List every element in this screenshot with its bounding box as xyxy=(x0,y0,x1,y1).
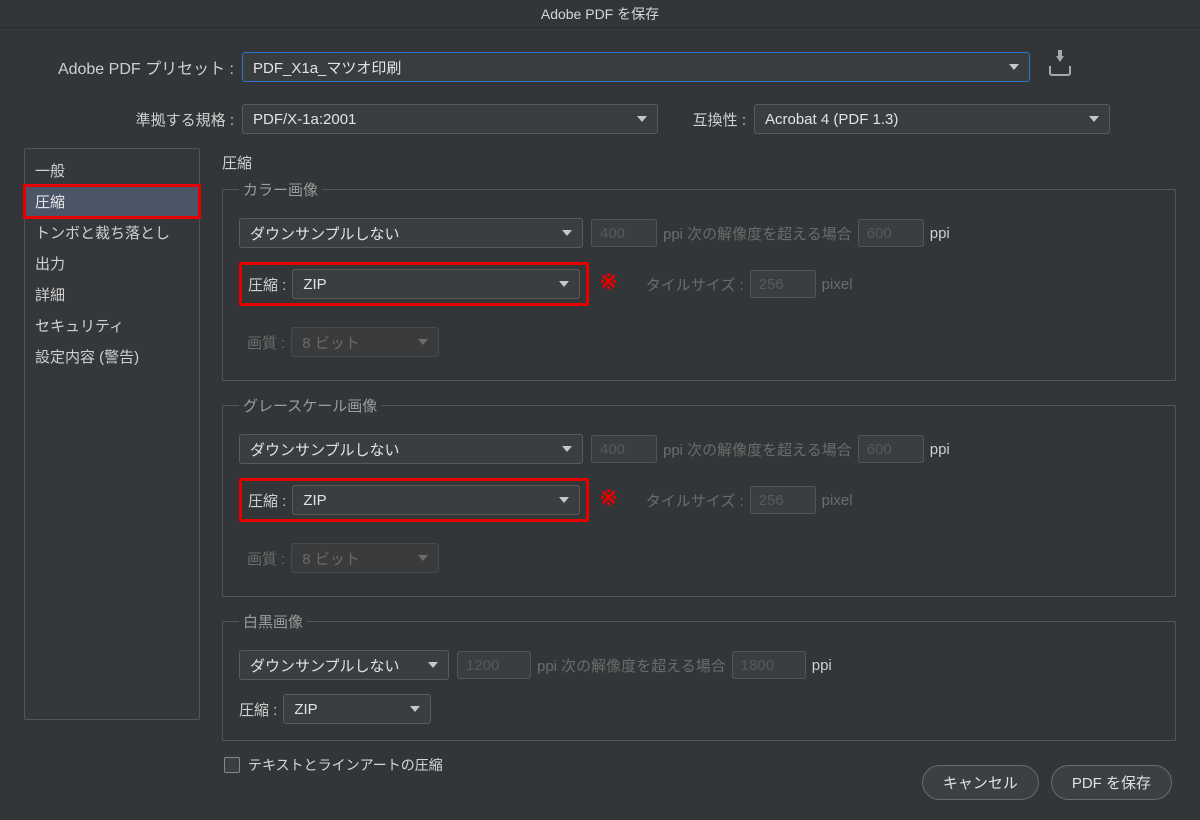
gray-quality-value: 8 ビット xyxy=(302,548,360,569)
color-ppi1: 400 xyxy=(591,219,657,247)
compat-value: Acrobat 4 (PDF 1.3) xyxy=(765,111,898,128)
section-heading: 圧縮 xyxy=(222,152,1176,173)
sidebar-item-output[interactable]: 出力 xyxy=(25,248,199,279)
color-images-group: カラー画像 ダウンサンプルしない 400 ppi 次の解像度を超える場合 600… xyxy=(222,179,1176,381)
preset-value: PDF_X1a_マツオ印刷 xyxy=(253,57,401,78)
compat-label: 互換性 : xyxy=(672,109,746,130)
mono-compression-value: ZIP xyxy=(294,701,317,718)
color-quality-value: 8 ビット xyxy=(302,332,360,353)
compression-label: 圧縮 : xyxy=(248,274,286,295)
tile-label: タイルサイズ : xyxy=(646,274,744,295)
color-downsample-dropdown[interactable]: ダウンサンプルしない xyxy=(239,218,583,248)
gray-ppi1: 400 xyxy=(591,435,657,463)
chevron-down-icon xyxy=(562,446,572,452)
mono-downsample-dropdown[interactable]: ダウンサンプルしない xyxy=(239,650,449,680)
ppi-over-label: ppi 次の解像度を超える場合 xyxy=(663,223,852,244)
gray-tile-size: 256 xyxy=(750,486,816,514)
standard-dropdown[interactable]: PDF/X-1a:2001 xyxy=(242,104,658,134)
ppi-over-label: ppi 次の解像度を超える場合 xyxy=(663,439,852,460)
color-legend: カラー画像 xyxy=(239,179,322,200)
sidebar: 一般 圧縮 トンボと裁ち落とし 出力 詳細 セキュリティ 設定内容 (警告) xyxy=(24,148,200,720)
gray-legend: グレースケール画像 xyxy=(239,395,381,416)
ppi-over-label: ppi 次の解像度を超える場合 xyxy=(537,655,726,676)
text-art-compress-label: テキストとラインアートの圧縮 xyxy=(248,755,443,775)
annotation-asterisk: ※ xyxy=(599,269,617,295)
compat-dropdown[interactable]: Acrobat 4 (PDF 1.3) xyxy=(754,104,1110,134)
gray-downsample-dropdown[interactable]: ダウンサンプルしない xyxy=(239,434,583,464)
compression-label: 圧縮 : xyxy=(239,699,277,720)
quality-label: 画質 : xyxy=(247,332,285,353)
chevron-down-icon xyxy=(637,116,647,122)
pixel-unit: pixel xyxy=(822,276,853,293)
chevron-down-icon xyxy=(1089,116,1099,122)
chevron-down-icon xyxy=(559,497,569,503)
gray-images-group: グレースケール画像 ダウンサンプルしない 400 ppi 次の解像度を超える場合… xyxy=(222,395,1176,597)
color-compression-highlight: 圧縮 : ZIP xyxy=(239,262,589,306)
sidebar-item-compression[interactable]: 圧縮 xyxy=(25,186,199,217)
text-art-compress-checkbox[interactable] xyxy=(224,757,240,773)
annotation-asterisk: ※ xyxy=(599,485,617,511)
color-quality-dropdown: 8 ビット xyxy=(291,327,439,357)
sidebar-item-summary[interactable]: 設定内容 (警告) xyxy=(25,341,199,372)
quality-label: 画質 : xyxy=(247,548,285,569)
pixel-unit: pixel xyxy=(822,492,853,509)
gray-ppi2: 600 xyxy=(858,435,924,463)
sidebar-item-marks[interactable]: トンボと裁ち落とし xyxy=(25,217,199,248)
color-ppi2: 600 xyxy=(858,219,924,247)
gray-compression-highlight: 圧縮 : ZIP xyxy=(239,478,589,522)
cancel-button[interactable]: キャンセル xyxy=(922,765,1039,800)
chevron-down-icon xyxy=(1009,64,1019,70)
tile-label: タイルサイズ : xyxy=(646,490,744,511)
color-compression-value: ZIP xyxy=(303,276,326,293)
mono-ppi2: 1800 xyxy=(732,651,806,679)
color-compression-dropdown[interactable]: ZIP xyxy=(292,269,580,299)
compression-label: 圧縮 : xyxy=(248,490,286,511)
standard-label: 準拠する規格 : xyxy=(24,109,234,130)
window-title: Adobe PDF を保存 xyxy=(0,0,1200,28)
sidebar-item-security[interactable]: セキュリティ xyxy=(25,310,199,341)
mono-downsample-value: ダウンサンプルしない xyxy=(250,655,400,676)
save-preset-icon[interactable] xyxy=(1049,58,1071,76)
sidebar-item-general[interactable]: 一般 xyxy=(25,155,199,186)
ppi-unit: ppi xyxy=(812,657,832,674)
gray-downsample-value: ダウンサンプルしない xyxy=(250,439,400,460)
color-downsample-value: ダウンサンプルしない xyxy=(250,223,400,244)
gray-compression-value: ZIP xyxy=(303,492,326,509)
chevron-down-icon xyxy=(410,706,420,712)
color-tile-size: 256 xyxy=(750,270,816,298)
preset-label: Adobe PDF プリセット : xyxy=(24,55,234,79)
ppi-unit: ppi xyxy=(930,225,950,242)
chevron-down-icon xyxy=(559,281,569,287)
mono-images-group: 白黒画像 ダウンサンプルしない 1200 ppi 次の解像度を超える場合 180… xyxy=(222,611,1176,741)
standard-value: PDF/X-1a:2001 xyxy=(253,111,356,128)
sidebar-item-advanced[interactable]: 詳細 xyxy=(25,279,199,310)
mono-legend: 白黒画像 xyxy=(239,611,307,632)
gray-compression-dropdown[interactable]: ZIP xyxy=(292,485,580,515)
mono-compression-dropdown[interactable]: ZIP xyxy=(283,694,431,724)
chevron-down-icon xyxy=(418,339,428,345)
ppi-unit: ppi xyxy=(930,441,950,458)
chevron-down-icon xyxy=(562,230,572,236)
chevron-down-icon xyxy=(428,662,438,668)
preset-dropdown[interactable]: PDF_X1a_マツオ印刷 xyxy=(242,52,1030,82)
gray-quality-dropdown: 8 ビット xyxy=(291,543,439,573)
mono-ppi1: 1200 xyxy=(457,651,531,679)
save-pdf-button[interactable]: PDF を保存 xyxy=(1051,765,1172,800)
chevron-down-icon xyxy=(418,555,428,561)
